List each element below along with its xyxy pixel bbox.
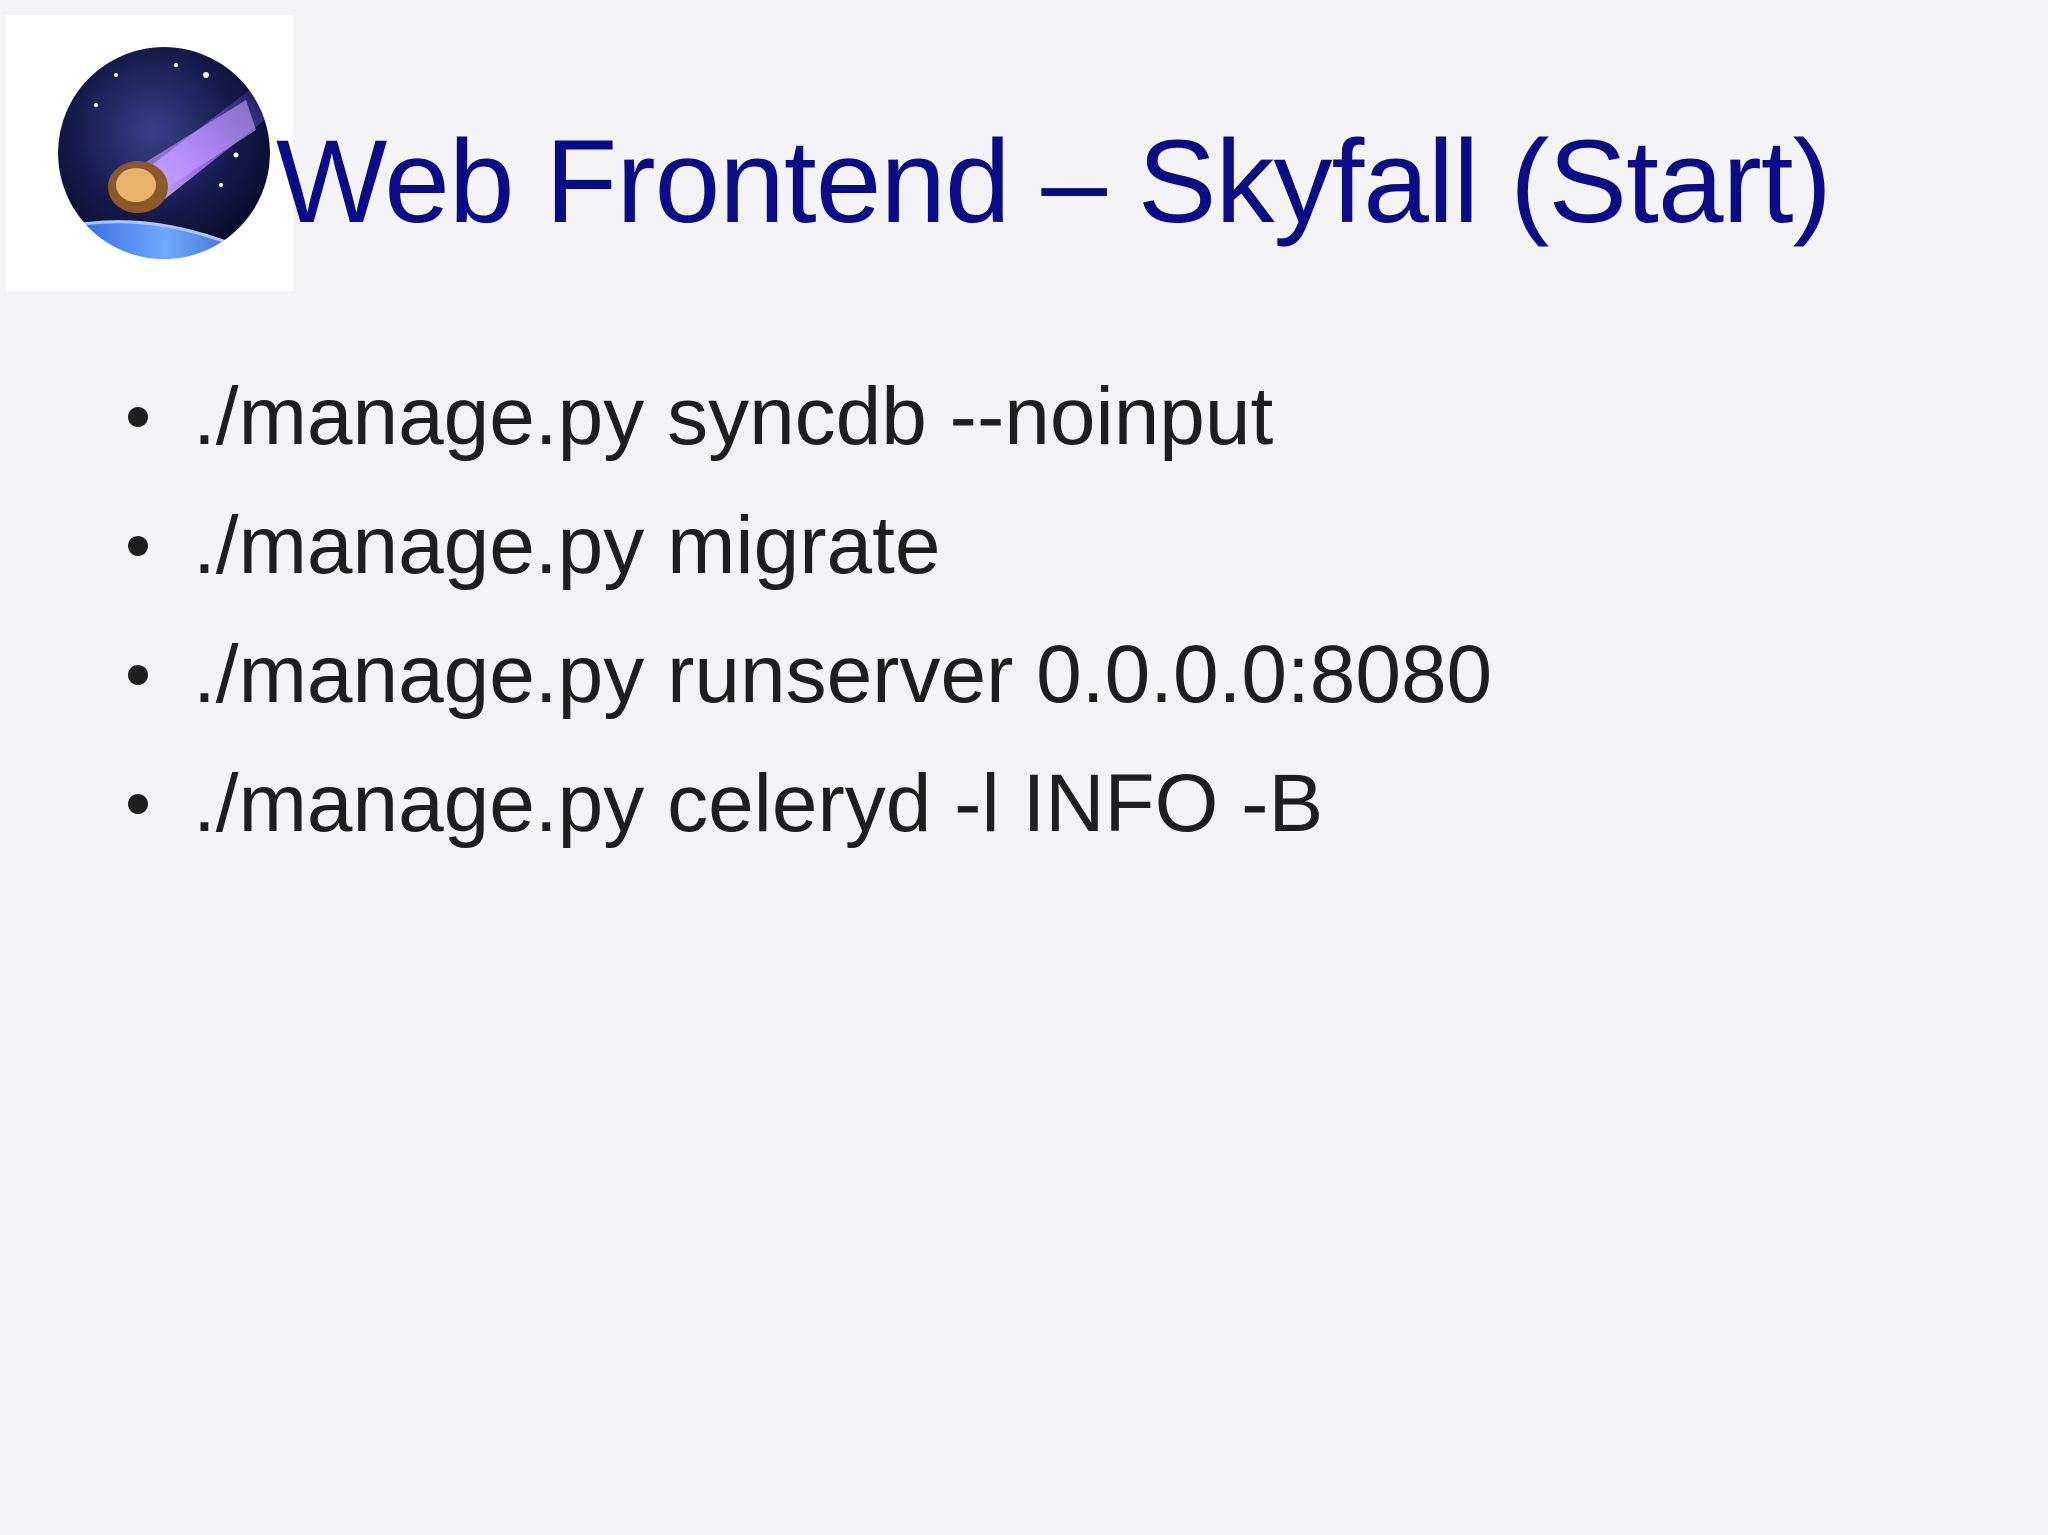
bullet-icon bbox=[128, 664, 148, 685]
list-item: ./manage.py migrate bbox=[120, 481, 1492, 610]
bullet-icon bbox=[128, 793, 148, 814]
list-item: ./manage.py celeryd -l INFO -B bbox=[120, 739, 1492, 868]
slide: Web Frontend – Skyfall (Start) ./manage.… bbox=[0, 0, 2048, 1535]
list-item: ./manage.py runserver 0.0.0.0:8080 bbox=[120, 610, 1492, 739]
meteor-icon bbox=[58, 47, 270, 259]
command-text: ./manage.py runserver 0.0.0.0:8080 bbox=[193, 628, 1493, 720]
command-text: ./manage.py migrate bbox=[193, 499, 941, 591]
logo bbox=[6, 15, 293, 291]
list-item: ./manage.py syncdb --noinput bbox=[120, 352, 1492, 481]
bullet-icon bbox=[128, 406, 148, 427]
bullet-icon bbox=[128, 535, 148, 556]
command-text: ./manage.py syncdb --noinput bbox=[193, 370, 1274, 462]
bullet-list: ./manage.py syncdb --noinput ./manage.py… bbox=[120, 352, 1492, 868]
slide-title: Web Frontend – Skyfall (Start) bbox=[276, 116, 1832, 248]
command-text: ./manage.py celeryd -l INFO -B bbox=[193, 757, 1324, 849]
